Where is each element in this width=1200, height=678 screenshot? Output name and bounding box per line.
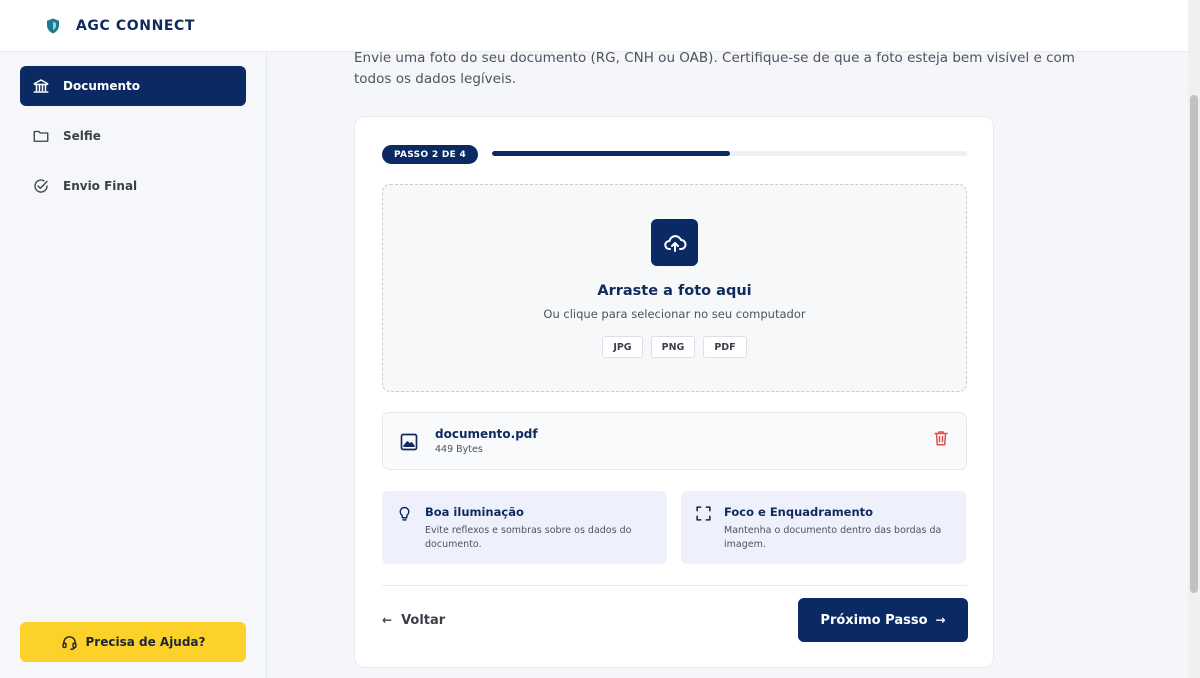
arrow-right-icon: →: [935, 613, 946, 627]
folder-icon: [33, 130, 49, 142]
tip-focus: Foco e Enquadramento Mantenha o document…: [681, 491, 966, 564]
scrollbar-thumb[interactable]: [1190, 95, 1198, 593]
tip-title: Boa iluminação: [425, 505, 524, 519]
format-badge-png: PNG: [650, 336, 696, 358]
trash-icon[interactable]: [932, 429, 950, 447]
instructions-text: Envie uma foto do seu documento (RG, CNH…: [354, 50, 1075, 87]
sidebar-item-label: Envio Final: [63, 179, 138, 193]
upload-button[interactable]: [651, 219, 698, 266]
progress-bar: [492, 151, 967, 156]
step-badge: PASSO 2 DE 4: [382, 145, 478, 164]
upload-card: PASSO 2 DE 4 Arraste a foto aqui Ou cliq…: [354, 116, 994, 668]
next-step-button[interactable]: Próximo Passo →: [798, 598, 968, 642]
page-scrollbar[interactable]: [1188, 0, 1200, 678]
cloud-upload-icon: [663, 234, 686, 252]
brand-name[interactable]: AGC CONNECT: [76, 18, 195, 34]
back-button-label: Voltar: [401, 612, 446, 628]
headset-icon: [61, 635, 77, 650]
divider: [382, 585, 967, 586]
image-file-icon: [400, 433, 418, 451]
tip-title: Foco e Enquadramento: [724, 505, 874, 519]
file-size: 449 Bytes: [435, 444, 483, 455]
format-list: JPG PNG PDF: [383, 336, 966, 358]
file-dropzone[interactable]: Arraste a foto aqui Ou clique para selec…: [382, 184, 967, 392]
back-button[interactable]: ← Voltar: [382, 608, 445, 632]
dropzone-title: Arraste a foto aqui: [597, 283, 752, 299]
sidebar-item-label: Documento: [63, 79, 141, 93]
arrow-left-icon: ←: [382, 613, 393, 627]
sidebar-item-selfie[interactable]: Selfie: [20, 116, 246, 156]
tip-lighting: Boa iluminação Evite reflexos e sombras …: [382, 491, 667, 564]
format-badge-pdf: PDF: [703, 336, 747, 358]
check-circle-icon: [34, 179, 48, 193]
sidebar-item-label: Selfie: [63, 129, 101, 143]
file-name: documento.pdf: [435, 427, 538, 441]
sidebar-item-documento[interactable]: Documento: [20, 66, 246, 106]
lightbulb-icon: [399, 506, 410, 521]
help-button[interactable]: Precisa de Ajuda?: [20, 622, 246, 662]
top-header: AGC CONNECT: [0, 0, 1188, 52]
uploaded-file: documento.pdf 449 Bytes: [382, 412, 967, 470]
shield-logo-icon[interactable]: [44, 17, 62, 35]
tip-text: Evite reflexos e sombras sobre os dados …: [425, 525, 632, 550]
next-step-label: Próximo Passo: [820, 612, 928, 628]
dropzone-subtitle: Ou clique para selecionar no seu computa…: [543, 307, 806, 321]
help-button-label: Precisa de Ajuda?: [85, 635, 206, 649]
sidebar-item-envio-final[interactable]: Envio Final: [20, 166, 246, 206]
bank-icon: [33, 79, 49, 93]
format-badge-jpg: JPG: [602, 336, 643, 358]
focus-frame-icon: [696, 506, 711, 521]
sidebar: Documento Selfie Envio Final Precisa de …: [0, 52, 267, 678]
progress-fill: [492, 151, 730, 156]
tip-text: Mantenha o documento dentro das bordas d…: [724, 525, 942, 550]
